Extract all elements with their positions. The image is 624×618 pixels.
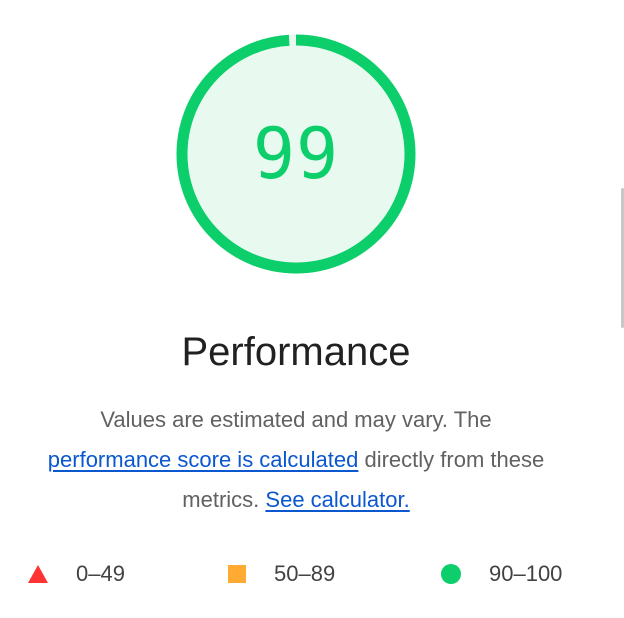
legend-item-fail: 0–49 xyxy=(28,556,125,592)
legend-range-average: 50–89 xyxy=(274,561,336,586)
score-description: Values are estimated and may vary. The pe… xyxy=(12,400,580,520)
performance-gauge: 99 xyxy=(176,34,416,274)
orange-square-icon xyxy=(228,565,246,583)
legend-item-pass: 90–100 xyxy=(441,556,562,592)
score-legend: 0–49 50–89 90–100 xyxy=(0,556,624,592)
see-calculator-link[interactable]: See calculator. xyxy=(265,487,409,512)
description-text-1: Values are estimated and may vary. The xyxy=(100,407,492,432)
red-triangle-icon xyxy=(28,565,48,583)
legend-range-pass: 90–100 xyxy=(489,561,563,586)
category-title: Performance xyxy=(181,330,411,374)
legend-range-fail: 0–49 xyxy=(76,561,125,586)
legend-item-average: 50–89 xyxy=(228,556,335,592)
gauge-score: 99 xyxy=(252,113,340,195)
green-circle-icon xyxy=(441,564,461,584)
score-calculation-link[interactable]: performance score is calculated xyxy=(48,447,359,472)
